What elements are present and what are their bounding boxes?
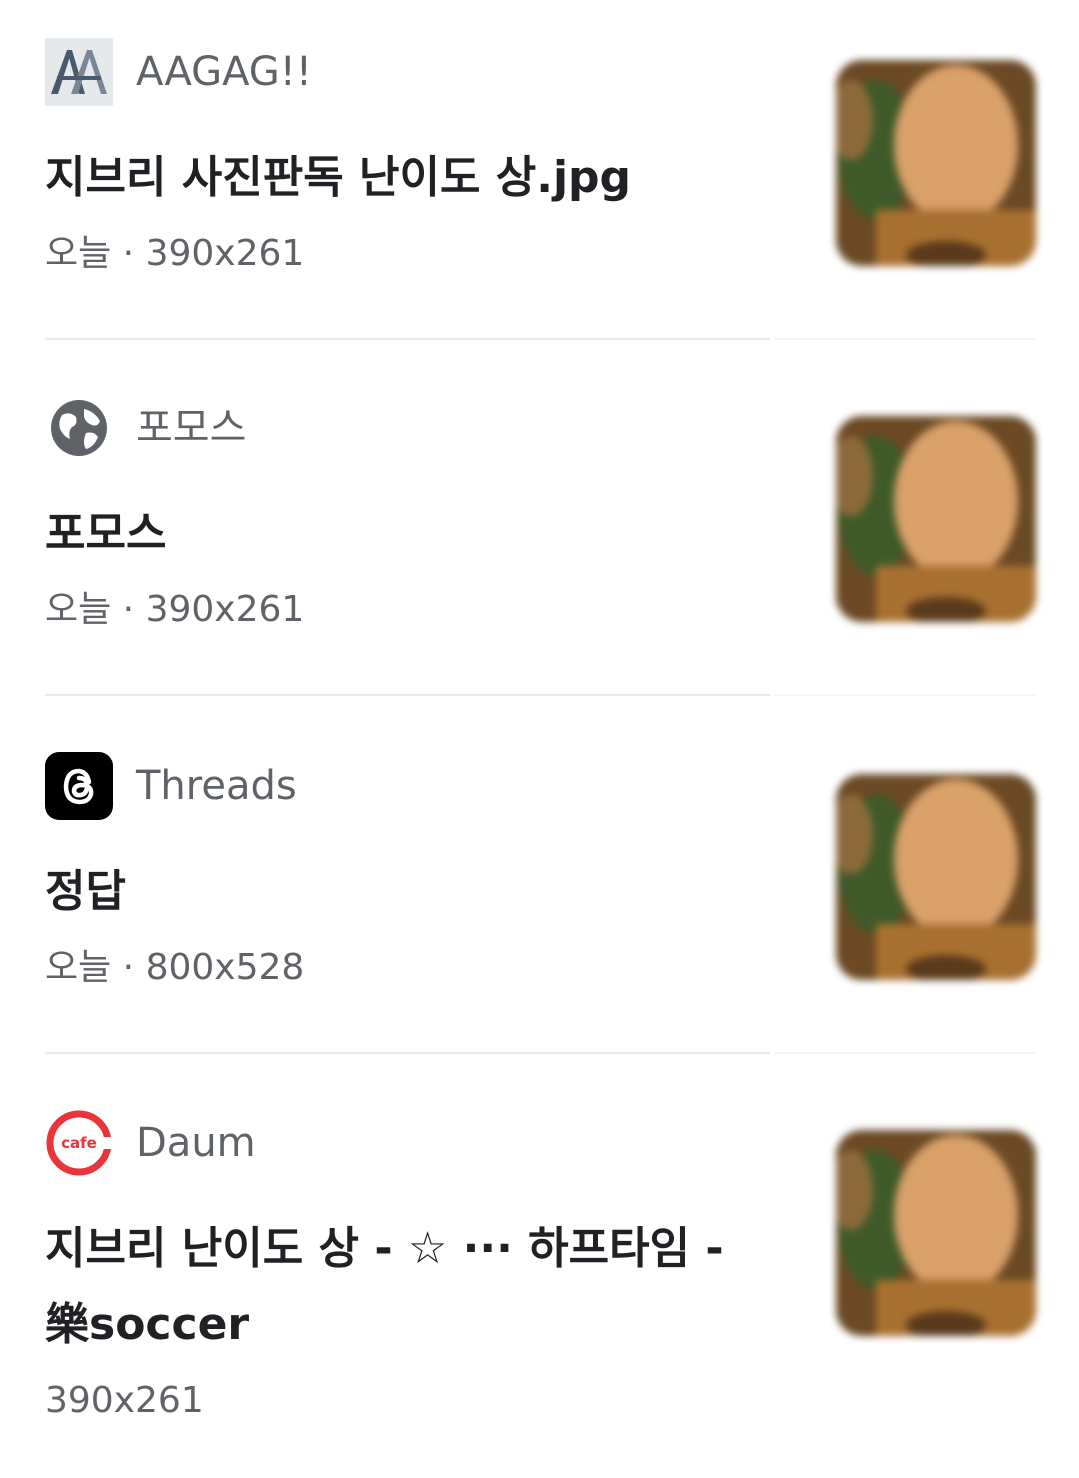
result-item[interactable]: cafe Daum 지브리 난이도 상 - ☆ ··· 하프타임 - 樂socc… <box>0 1071 1079 1478</box>
aagag-logo-icon <box>45 38 113 106</box>
result-meta: 오늘 · 390x261 <box>45 233 305 274</box>
image-results-list: AAGAG!! 지브리 사진판독 난이도 상.jpg 오늘 · 390x261 <box>0 0 1079 1478</box>
threads-logo-icon <box>45 752 113 820</box>
result-item[interactable]: AAGAG!! 지브리 사진판독 난이도 상.jpg 오늘 · 390x261 <box>0 0 1079 340</box>
result-meta: 오늘 · 800x528 <box>45 947 305 988</box>
divider <box>45 1052 770 1054</box>
result-thumbnail[interactable] <box>836 1130 1036 1336</box>
result-title[interactable]: 정답 <box>45 854 745 930</box>
result-item[interactable]: Threads 정답 오늘 · 800x528 <box>0 714 1079 1054</box>
divider <box>774 338 1036 340</box>
result-title[interactable]: 지브리 사진판독 난이도 상.jpg <box>45 140 745 216</box>
source-name: Threads <box>136 763 297 809</box>
result-thumbnail[interactable] <box>836 774 1036 980</box>
source-row: cafe Daum <box>45 1109 256 1177</box>
divider <box>774 694 1036 696</box>
source-name: AAGAG!! <box>136 49 312 95</box>
source-name: Daum <box>136 1120 256 1166</box>
source-row: 포모스 <box>45 394 246 462</box>
divider <box>774 1052 1036 1054</box>
svg-text:cafe: cafe <box>61 1134 97 1152</box>
daum-cafe-logo-icon: cafe <box>45 1109 113 1177</box>
result-thumbnail[interactable] <box>836 416 1036 622</box>
source-row: Threads <box>45 752 297 820</box>
result-thumbnail[interactable] <box>836 60 1036 266</box>
result-meta: 오늘 · 390x261 <box>45 589 305 630</box>
result-item[interactable]: 포모스 포모스 오늘 · 390x261 <box>0 356 1079 696</box>
result-meta: 390x261 <box>45 1380 204 1421</box>
source-row: AAGAG!! <box>45 38 312 106</box>
result-title[interactable]: 포모스 <box>45 496 745 572</box>
result-title[interactable]: 지브리 난이도 상 - ☆ ··· 하프타임 - 樂soccer <box>45 1211 745 1363</box>
source-name: 포모스 <box>136 405 247 451</box>
globe-icon <box>45 394 113 462</box>
divider <box>45 338 770 340</box>
divider <box>45 694 770 696</box>
